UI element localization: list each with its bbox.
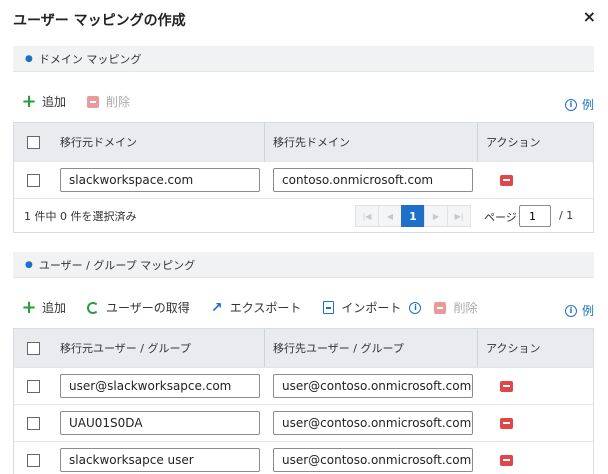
remove-row-button[interactable] <box>500 454 513 466</box>
column-header-action: アクション <box>486 136 541 149</box>
export-button[interactable]: ↗ エクスポート <box>210 299 302 316</box>
target-user-input[interactable] <box>273 374 473 398</box>
row-checkbox[interactable] <box>26 379 40 393</box>
dialog-title: ユーザー マッピングの作成 <box>13 13 186 29</box>
table-row <box>14 161 593 198</box>
table-row <box>14 441 593 474</box>
column-header-source-user: 移行元ユーザー / グループ <box>52 329 265 367</box>
row-checkbox[interactable] <box>26 453 40 467</box>
column-header-action: アクション <box>486 342 541 355</box>
target-domain-input[interactable] <box>273 168 473 192</box>
source-user-input[interactable] <box>60 374 260 398</box>
prev-page-button[interactable]: ◀ <box>378 205 402 227</box>
table-header: 移行元ユーザー / グループ 移行先ユーザー / グループ アクション <box>14 329 593 367</box>
user-mapping-table: 移行元ユーザー / グループ 移行先ユーザー / グループ アクション <box>13 328 594 474</box>
domain-example-label: 例 <box>581 98 594 112</box>
table-footer: 1 件中 0 件を選択済み |◀ ◀ 1 ▶ ▶| ページ / 1 <box>14 198 593 232</box>
domain-mapping-table: 移行元ドメイン 移行先ドメイン アクション 1 件中 0 件を選択済み |◀ ◀… <box>13 122 594 233</box>
import-label: インポート <box>341 301 402 315</box>
remove-row-button[interactable] <box>500 174 513 186</box>
row-checkbox[interactable] <box>26 416 40 430</box>
user-add-button[interactable]: + 追加 <box>21 296 67 318</box>
row-checkbox[interactable] <box>26 173 40 187</box>
user-delete-label: 削除 <box>453 301 478 315</box>
remove-row-button[interactable] <box>500 380 513 392</box>
info-icon: i <box>564 98 577 111</box>
first-page-button[interactable]: |◀ <box>355 205 379 227</box>
domain-add-button[interactable]: + 追加 <box>21 90 67 112</box>
source-domain-input[interactable] <box>60 168 260 192</box>
source-user-input[interactable] <box>60 411 260 435</box>
current-page-button[interactable]: 1 <box>401 205 425 227</box>
target-user-input[interactable] <box>273 448 473 472</box>
column-header-source-domain: 移行元ドメイン <box>52 123 265 161</box>
user-example-label: 例 <box>581 304 594 318</box>
remove-row-button[interactable] <box>500 417 513 429</box>
import-button[interactable]: インポート <box>321 299 401 316</box>
last-page-button[interactable]: ▶| <box>447 205 471 227</box>
domain-delete-label: 削除 <box>106 95 131 109</box>
refresh-icon <box>87 301 100 314</box>
export-icon: ↗ <box>210 299 223 316</box>
source-user-input[interactable] <box>60 448 260 472</box>
plus-icon: + <box>21 296 37 318</box>
table-header: 移行元ドメイン 移行先ドメイン アクション <box>14 123 593 161</box>
domain-mapping-section-header: ● ドメイン マッピング <box>13 46 594 72</box>
page-total: / 1 <box>559 209 574 222</box>
get-users-label: ユーザーの取得 <box>106 301 190 315</box>
column-header-target-user: 移行先ユーザー / グループ <box>265 329 478 367</box>
domain-mapping-title: ドメイン マッピング <box>38 52 142 66</box>
get-users-button[interactable]: ユーザーの取得 <box>86 299 190 316</box>
domain-toolbar: + 追加 削除 <box>21 90 150 112</box>
user-add-label: 追加 <box>42 301 67 315</box>
user-mapping-title: ユーザー / グループ マッピング <box>38 258 196 272</box>
pagination: |◀ ◀ 1 ▶ ▶| <box>355 205 471 227</box>
page-number-input[interactable] <box>519 205 551 227</box>
close-button[interactable]: × <box>583 8 596 26</box>
import-info-button[interactable]: i <box>409 301 422 314</box>
domain-add-label: 追加 <box>42 95 67 109</box>
bullet-icon: ● <box>25 53 33 64</box>
table-row <box>14 367 593 404</box>
import-icon <box>322 301 334 314</box>
bullet-icon: ● <box>25 259 33 270</box>
selection-count: 1 件中 0 件を選択済み <box>24 209 137 223</box>
target-user-input[interactable] <box>273 411 473 435</box>
plus-icon: + <box>21 90 37 112</box>
user-mapping-section-header: ● ユーザー / グループ マッピング <box>13 252 594 278</box>
domain-delete-button[interactable]: 削除 <box>86 93 130 110</box>
table-row <box>14 404 593 441</box>
user-example-link[interactable]: i 例 <box>564 302 594 319</box>
page-label: ページ <box>484 211 517 224</box>
column-header-target-domain: 移行先ドメイン <box>265 123 478 161</box>
select-all-checkbox[interactable] <box>26 135 40 149</box>
domain-example-link[interactable]: i 例 <box>564 96 594 113</box>
minus-icon <box>87 95 100 108</box>
user-toolbar: + 追加 ユーザーの取得 ↗ エクスポート インポート i 削除 <box>21 296 497 318</box>
info-icon: i <box>409 301 422 314</box>
minus-icon <box>434 301 447 314</box>
next-page-button[interactable]: ▶ <box>424 205 448 227</box>
select-all-checkbox[interactable] <box>26 341 40 355</box>
info-icon: i <box>564 304 577 317</box>
export-label: エクスポート <box>229 301 302 315</box>
user-delete-button[interactable]: 削除 <box>433 299 477 316</box>
